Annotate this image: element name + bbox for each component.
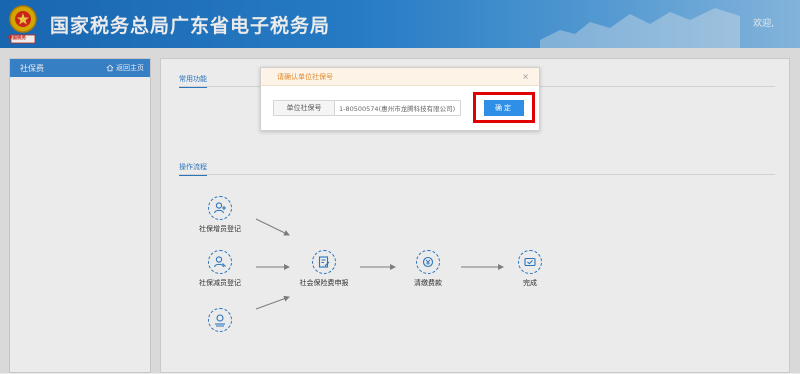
close-icon[interactable]: × [522, 72, 529, 81]
modal-overlay [0, 0, 800, 373]
confirm-unit-number-dialog: 请确认单位社保号 × 单位社保号 1-80500574(惠州市龙腾科技有限公司)… [260, 67, 540, 131]
dialog-header: 请确认单位社保号 × [261, 68, 539, 86]
dialog-title: 请确认单位社保号 [277, 72, 333, 81]
confirm-button[interactable]: 确定 [484, 99, 524, 116]
dialog-body: 单位社保号 1-80500574(惠州市龙腾科技有限公司) [273, 100, 461, 116]
unit-number-label: 单位社保号 [273, 100, 335, 116]
highlight-box: 确定 [473, 92, 535, 123]
unit-number-select[interactable]: 1-80500574(惠州市龙腾科技有限公司) [335, 100, 461, 116]
